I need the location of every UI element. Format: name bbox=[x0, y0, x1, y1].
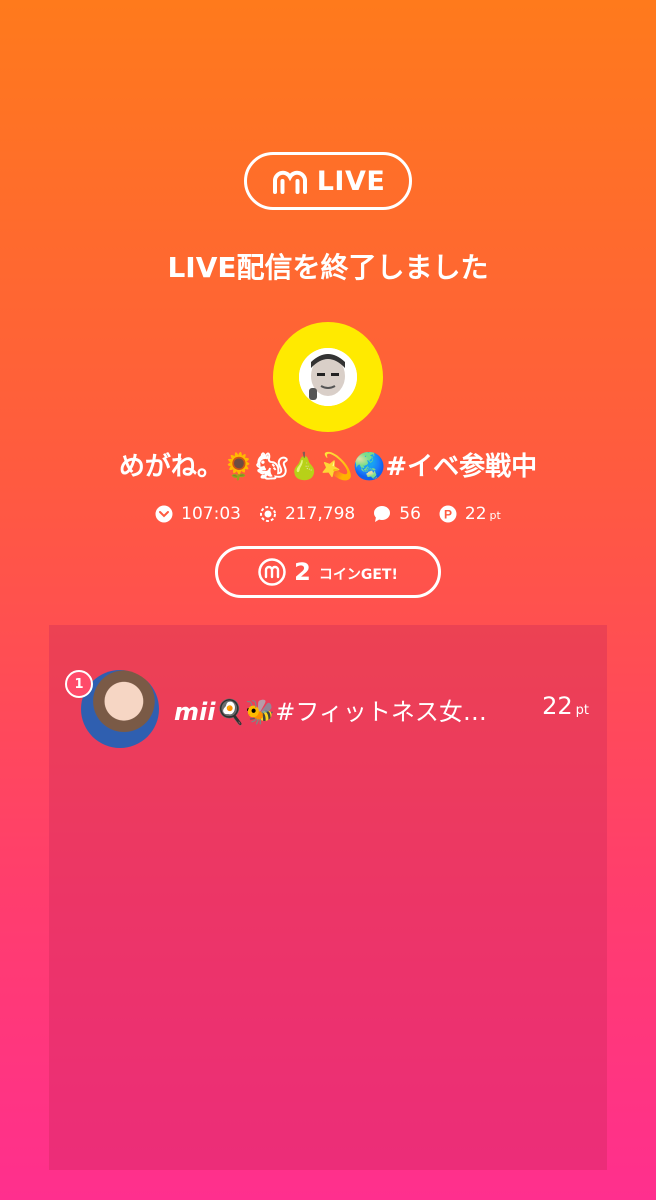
ranker-name-prefix: mii bbox=[174, 698, 216, 726]
points-unit: pt bbox=[489, 509, 501, 522]
stat-viewers: 217,798 bbox=[259, 504, 355, 524]
viewers-icon bbox=[259, 506, 276, 522]
stat-comments: 56 bbox=[373, 504, 421, 524]
ranking-row[interactable]: 1 mii🍳🐝#フィットネス女… 22 pt bbox=[49, 670, 607, 750]
clock-icon bbox=[155, 505, 173, 523]
live-logo-badge: LIVE bbox=[244, 152, 412, 210]
ranker-points: 22 pt bbox=[542, 692, 589, 720]
broadcaster-avatar[interactable] bbox=[273, 322, 383, 432]
coin-count: 2 bbox=[294, 558, 311, 586]
rank-badge: 1 bbox=[65, 670, 93, 698]
ranker-points-unit: pt bbox=[575, 703, 589, 718]
comment-icon bbox=[374, 506, 391, 522]
ranker-name: mii🍳🐝#フィットネス女… bbox=[174, 692, 514, 727]
comments-value: 56 bbox=[399, 504, 421, 524]
points-value: 22 bbox=[464, 504, 487, 524]
ranking-panel: 1 mii🍳🐝#フィットネス女… 22 pt bbox=[49, 625, 607, 1170]
ranker-name-rest: 🍳🐝#フィットネス女… bbox=[215, 698, 487, 726]
svg-text:P: P bbox=[444, 508, 452, 522]
face-icon bbox=[299, 348, 357, 406]
stat-points: P 22 pt bbox=[439, 504, 501, 524]
coin-label: コインGET! bbox=[318, 567, 398, 583]
ranker-points-value: 22 bbox=[542, 692, 573, 720]
stats-row: 107:03 217,798 56 P 22 pt bbox=[0, 504, 656, 524]
points-icon: P bbox=[439, 505, 457, 523]
duration-value: 107:03 bbox=[181, 504, 241, 524]
broadcaster-name: めがね。🌻🐿🍐💫🌏#イベ参戦中 bbox=[118, 452, 538, 482]
viewers-value: 217,798 bbox=[284, 504, 356, 524]
coin-get-button[interactable]: 2 コインGET! bbox=[215, 546, 441, 598]
m-logo-icon bbox=[272, 170, 307, 194]
live-label: LIVE bbox=[316, 165, 386, 197]
m-coin-icon bbox=[258, 558, 286, 586]
stat-duration: 107:03 bbox=[155, 504, 241, 524]
page-title: LIVE配信を終了しました bbox=[167, 251, 489, 284]
avatar-photo bbox=[299, 348, 357, 406]
